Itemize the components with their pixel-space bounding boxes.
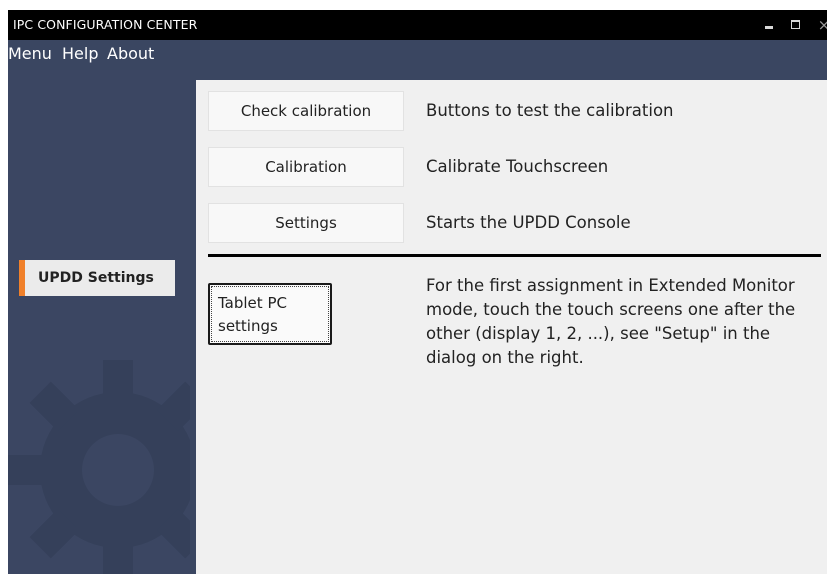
- close-icon: ×: [817, 16, 827, 34]
- settings-description: Starts the UPDD Console: [426, 213, 631, 232]
- menu-item-menu[interactable]: Menu: [8, 44, 52, 63]
- settings-button[interactable]: Settings: [208, 203, 404, 243]
- section-divider: [208, 254, 821, 257]
- main-panel: Check calibration Buttons to test the ca…: [196, 80, 827, 574]
- gear-icon: [8, 360, 190, 574]
- tablet-info-text: For the first assignment in Extended Mon…: [426, 276, 796, 367]
- sidebar-item-updd-settings[interactable]: UPDD Settings: [19, 260, 175, 296]
- minimize-icon: [765, 26, 773, 29]
- maximize-icon: [791, 20, 800, 29]
- calibration-description: Calibrate Touchscreen: [426, 157, 609, 176]
- app-window: IPC CONFIGURATION CENTER × Menu Help Abo…: [8, 10, 827, 574]
- tablet-pc-settings-button[interactable]: Tablet PC settings: [208, 283, 332, 345]
- sidebar-item-label: UPDD Settings: [38, 270, 154, 286]
- maximize-button[interactable]: [784, 10, 810, 40]
- check-calibration-description: Buttons to test the calibration: [426, 101, 674, 120]
- menu-item-help[interactable]: Help: [62, 44, 98, 63]
- menu-item-about[interactable]: About: [107, 44, 154, 63]
- title-bar[interactable]: IPC CONFIGURATION CENTER ×: [8, 10, 827, 40]
- window-title: IPC CONFIGURATION CENTER: [13, 17, 198, 32]
- close-button[interactable]: ×: [811, 10, 827, 40]
- sidebar: UPDD Settings: [8, 70, 190, 574]
- check-calibration-button[interactable]: Check calibration: [208, 91, 404, 131]
- minimize-button[interactable]: [757, 10, 783, 40]
- menu-bar: Menu Help About: [8, 40, 827, 70]
- calibration-button[interactable]: Calibration: [208, 147, 404, 187]
